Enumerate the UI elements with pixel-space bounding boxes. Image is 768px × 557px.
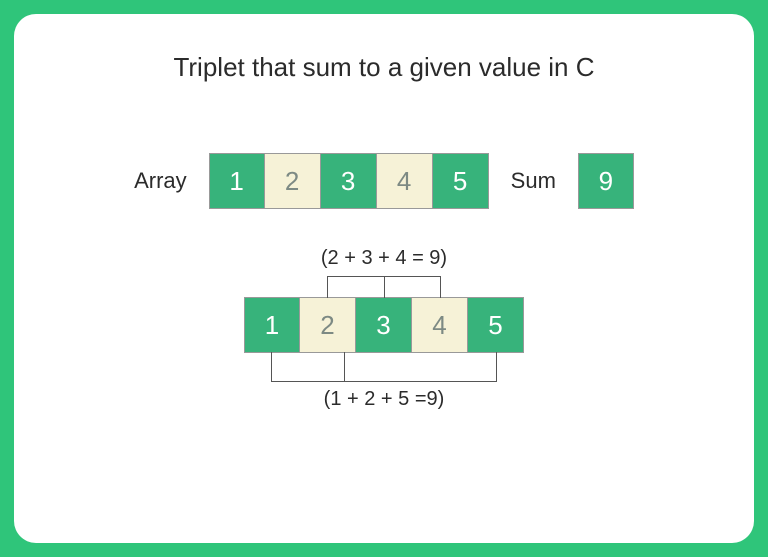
array-cells: 1 2 3 4 5 — [209, 153, 489, 209]
sum-cell-container: 9 — [578, 153, 634, 209]
sum-cell: 9 — [578, 153, 634, 209]
lower-array-cells: 1 2 3 4 5 — [244, 297, 524, 353]
diagram-card: Triplet that sum to a given value in C A… — [14, 14, 754, 543]
triplet-illustration: (2 + 3 + 4 = 9) 1 2 3 4 5 (1 + 2 + 5 =9) — [54, 247, 714, 411]
page-title: Triplet that sum to a given value in C — [54, 52, 714, 83]
array-cell-3: 4 — [377, 153, 433, 209]
array-cell-2: 3 — [321, 153, 377, 209]
equation-top: (2 + 3 + 4 = 9) — [321, 247, 447, 270]
lower-cell-4: 5 — [468, 297, 524, 353]
array-cell-0: 1 — [209, 153, 265, 209]
lower-cell-1: 2 — [300, 297, 356, 353]
array-cell-1: 2 — [265, 153, 321, 209]
lower-cell-0: 1 — [244, 297, 300, 353]
bracket-bottom — [271, 352, 497, 382]
equation-bottom: (1 + 2 + 5 =9) — [324, 388, 445, 411]
array-sum-row: Array 1 2 3 4 5 Sum 9 — [54, 153, 714, 209]
array-label: Array — [134, 168, 187, 194]
lower-cell-2: 3 — [356, 297, 412, 353]
lower-cell-3: 4 — [412, 297, 468, 353]
bracket-top — [327, 276, 441, 298]
array-cell-4: 5 — [433, 153, 489, 209]
sum-label: Sum — [511, 168, 556, 194]
